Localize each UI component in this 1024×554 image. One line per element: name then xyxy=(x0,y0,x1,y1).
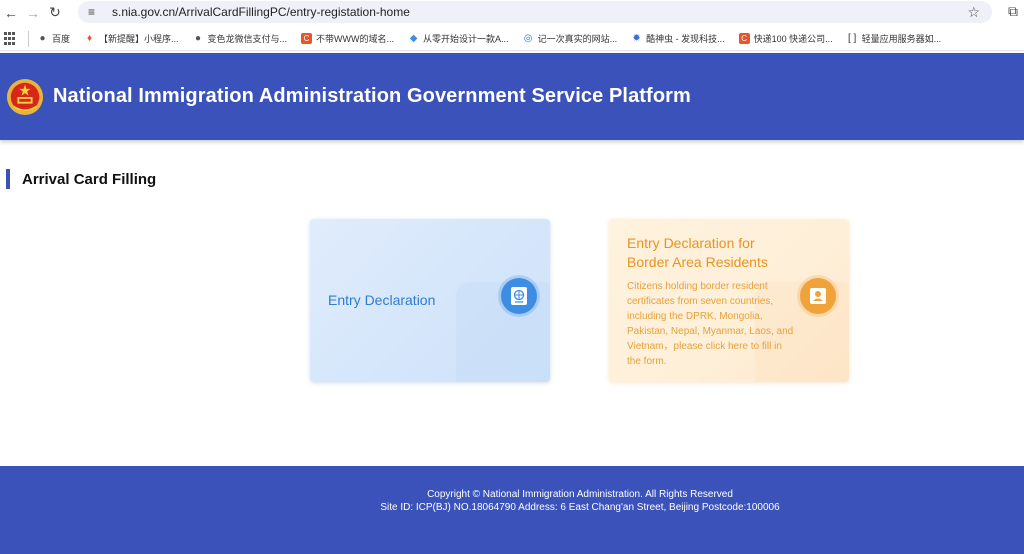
apps-grid-icon[interactable] xyxy=(4,31,18,46)
csdn-icon: C xyxy=(738,33,750,44)
bracket-icon: [ ] xyxy=(847,33,857,44)
site-info-icon[interactable]: ≡ xyxy=(88,5,104,19)
bookmark-item[interactable]: C 不带WWW的域名... xyxy=(301,32,394,45)
footer-copyright: Copyright © National Immigration Adminis… xyxy=(427,489,733,500)
bookmark-label: 酷神虫 - 发现科技... xyxy=(646,34,725,44)
border-residents-card[interactable]: Entry Declaration for Border Area Reside… xyxy=(609,219,849,382)
fire-icon: ♦ xyxy=(86,33,93,44)
id-card-icon xyxy=(800,278,836,314)
forward-icon[interactable]: → xyxy=(22,2,44,24)
bookmark-item[interactable]: ◆ 从零开始设计一款A... xyxy=(408,32,509,45)
back-icon[interactable]: ← xyxy=(0,2,22,24)
section-title: Arrival Card Filling xyxy=(22,170,157,188)
footer-site-info: Site ID: ICP(BJ) NO.18064790 Address: 6 … xyxy=(380,502,780,513)
bookmark-item[interactable]: C 快递100 快递公司... xyxy=(738,32,833,45)
reload-icon[interactable]: ↻ xyxy=(44,2,66,24)
diamond-icon: ◆ xyxy=(409,33,418,44)
bookmark-item[interactable]: ◎ 记一次真实的网站... xyxy=(523,32,618,45)
bookmark-item[interactable]: ● 百度 xyxy=(37,32,70,45)
address-bar[interactable]: ≡ s.nia.gov.cn/ArrivalCardFillingPC/entr… xyxy=(78,1,992,23)
bookmark-label: 不带WWW的域名... xyxy=(316,34,395,44)
browser-toolbar: ← → ↻ ≡ s.nia.gov.cn/ArrivalCardFillingP… xyxy=(0,0,1024,25)
bookmark-label: 百度 xyxy=(52,34,71,44)
url-text[interactable]: s.nia.gov.cn/ArrivalCardFillingPC/entry-… xyxy=(112,5,410,19)
bookmark-item[interactable]: ● 变色龙微信支付与... xyxy=(193,32,288,45)
bookmark-label: 从零开始设计一款A... xyxy=(423,34,509,44)
csdn-icon: C xyxy=(301,33,313,44)
entry-declaration-label: Entry Declaration xyxy=(328,292,436,308)
passport-icon xyxy=(501,278,537,314)
globe-icon: ● xyxy=(39,33,46,44)
bookmark-label: 【新提醒】小程序... xyxy=(99,34,179,44)
bookmark-star-icon[interactable]: ☆ xyxy=(967,4,980,21)
bug-icon: ✹ xyxy=(632,33,641,44)
circle-icon: ◎ xyxy=(523,33,533,44)
entry-declaration-card[interactable]: Entry Declaration xyxy=(310,219,550,382)
border-residents-description: Citizens holding border resident certifi… xyxy=(627,281,794,367)
site-footer: Copyright © National Immigration Adminis… xyxy=(0,466,1024,554)
bookmark-item[interactable]: [ ] 轻量应用服务器如... xyxy=(847,32,942,45)
national-emblem-icon xyxy=(6,78,44,115)
bookmarks-separator xyxy=(28,30,29,47)
bookmark-label: 变色龙微信支付与... xyxy=(207,34,288,44)
globe-icon: ● xyxy=(195,33,202,44)
bookmark-label: 记一次真实的网站... xyxy=(537,34,618,44)
extensions-icon[interactable]: ⧉ xyxy=(1008,3,1018,20)
bookmark-label: 轻量应用服务器如... xyxy=(861,34,942,44)
bookmark-item[interactable]: ♦ 【新提醒】小程序... xyxy=(84,32,179,45)
bookmark-list: ● 百度 ♦ 【新提醒】小程序... ● 变色龙微信支付与... C 不带WWW的域名... ◆… xyxy=(37,32,955,45)
bookmarks-bar: ● 百度 ♦ 【新提醒】小程序... ● 变色龙微信支付与... C 不带WWW的域名... ◆… xyxy=(0,27,1024,51)
bookmark-item[interactable]: ✹ 酷神虫 - 发现科技... xyxy=(631,32,725,45)
section-accent-bar xyxy=(6,169,10,189)
site-title: National Immigration Administration Gove… xyxy=(53,85,691,107)
border-residents-title: Entry Declaration for Border Area Reside… xyxy=(627,235,768,270)
section-heading: Arrival Card Filling xyxy=(6,169,156,189)
site-header: National Immigration Administration Gove… xyxy=(0,53,1024,140)
bookmark-label: 快递100 快递公司... xyxy=(753,34,833,44)
